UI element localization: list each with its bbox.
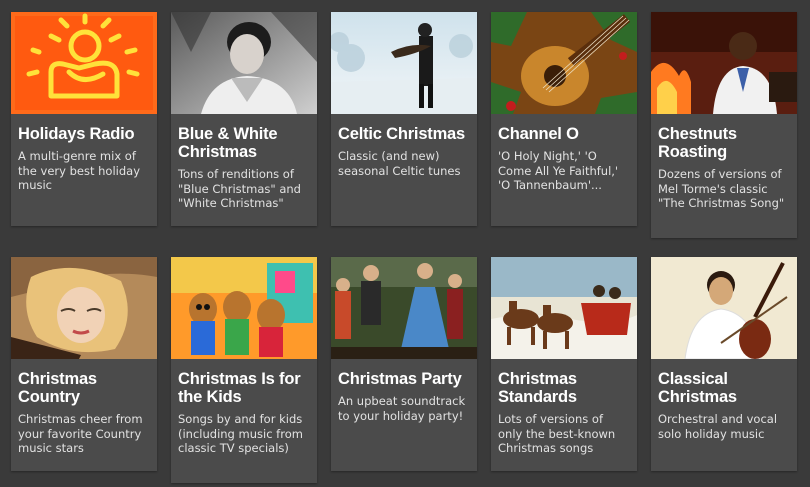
- station-card-classical-christmas[interactable]: Classical Christmas Orchestral and vocal…: [651, 257, 797, 471]
- station-card-channel-o[interactable]: Channel O 'O Holy Night,' 'O Come All Ye…: [491, 12, 637, 226]
- station-description: Christmas cheer from your favorite Count…: [18, 412, 143, 455]
- station-card-celtic-christmas[interactable]: Celtic Christmas Classic (and new) seaso…: [331, 12, 477, 226]
- chipmunks-cartoon-image[interactable]: [171, 257, 317, 359]
- station-description: Classic (and new) seasonal Celtic tunes: [338, 149, 461, 178]
- dancing-party-image[interactable]: [331, 257, 477, 359]
- station-card-holidays-radio[interactable]: Holidays Radio A multi-genre mix of the …: [11, 12, 157, 226]
- station-description: An upbeat soundtrack to your holiday par…: [338, 394, 466, 423]
- station-description: Dozens of versions of Mel Torme's classi…: [658, 167, 785, 210]
- station-card-blue-white-christmas[interactable]: Blue & White Christmas Tons of rendition…: [171, 12, 317, 226]
- station-title: Christmas Is for the Kids: [178, 370, 301, 406]
- cellist-image[interactable]: [651, 257, 797, 359]
- elvis-portrait-image[interactable]: [171, 12, 317, 114]
- station-description: Orchestral and vocal solo holiday music: [658, 412, 778, 441]
- station-title: Christmas Party: [338, 370, 462, 388]
- station-title: Classical Christmas: [658, 370, 737, 406]
- station-description: Lots of versions of only the best-known …: [498, 412, 616, 455]
- station-title: Celtic Christmas: [338, 125, 466, 143]
- singer-by-fireplace-image[interactable]: [651, 12, 797, 114]
- station-title: Channel O: [498, 125, 579, 143]
- station-title: Christmas Standards: [498, 370, 577, 406]
- station-description: Songs by and for kids (including music f…: [178, 412, 303, 455]
- snowy-man-with-scarf-image[interactable]: [331, 12, 477, 114]
- station-description: A multi-genre mix of the very best holid…: [18, 149, 140, 192]
- station-title: Holidays Radio: [18, 125, 135, 143]
- station-card-christmas-party[interactable]: Christmas Party An upbeat soundtrack to …: [331, 257, 477, 471]
- station-description: 'O Holy Night,' 'O Come All Ye Faithful,…: [498, 149, 619, 192]
- station-title: Christmas Country: [18, 370, 97, 406]
- station-title: Blue & White Christmas: [178, 125, 278, 161]
- station-card-christmas-standards[interactable]: Christmas Standards Lots of versions of …: [491, 257, 637, 471]
- country-singer-guitar-image[interactable]: [11, 257, 157, 359]
- station-grid: Holidays Radio A multi-genre mix of the …: [0, 0, 810, 487]
- station-title: Chestnuts Roasting: [658, 125, 737, 161]
- keith-haring-baby-icon[interactable]: [11, 12, 157, 114]
- guitar-with-holly-image[interactable]: [491, 12, 637, 114]
- station-description: Tons of renditions of "Blue Christmas" a…: [178, 167, 301, 210]
- station-card-chestnuts-roasting[interactable]: Chestnuts Roasting Dozens of versions of…: [651, 12, 797, 238]
- station-card-christmas-country[interactable]: Christmas Country Christmas cheer from y…: [11, 257, 157, 471]
- horse-sleigh-image[interactable]: [491, 257, 637, 359]
- station-card-christmas-is-for-the-kids[interactable]: Christmas Is for the Kids Songs by and f…: [171, 257, 317, 483]
